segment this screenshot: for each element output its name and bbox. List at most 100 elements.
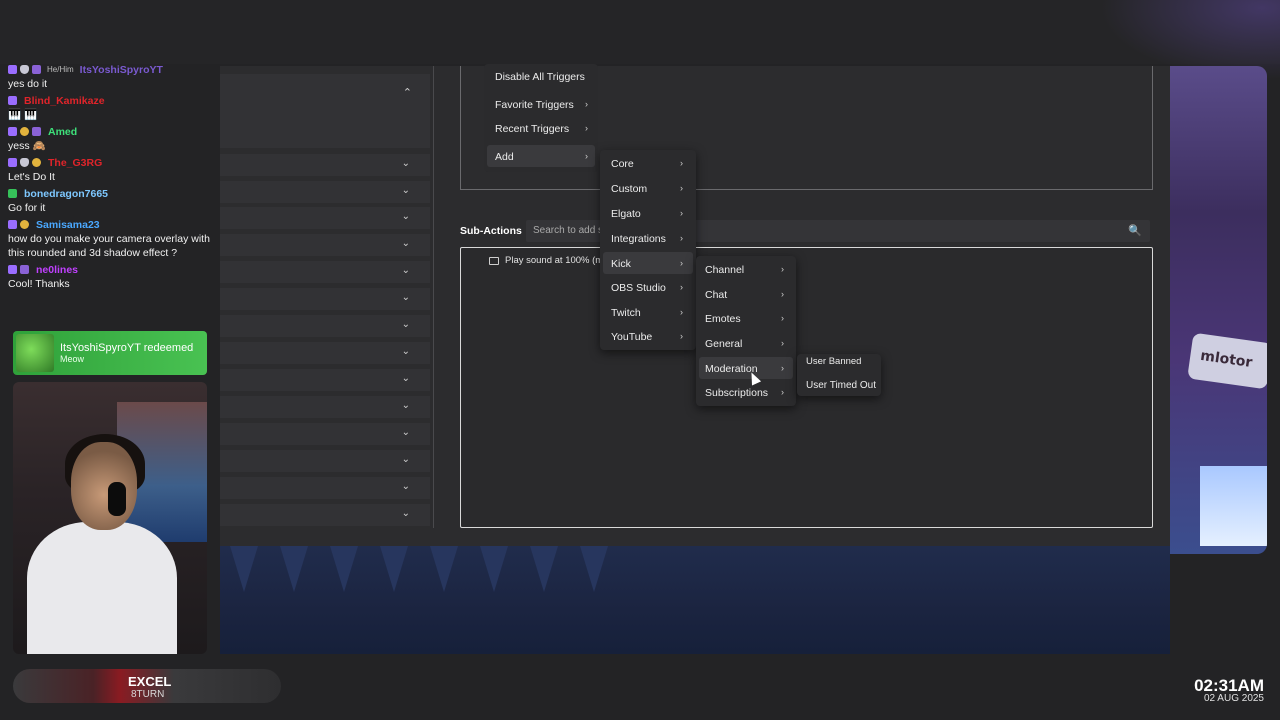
action-group-row[interactable]: ⌄ xyxy=(220,342,430,364)
chevron-down-icon[interactable]: ⌄ xyxy=(402,211,410,222)
action-group-row[interactable]: ⌄ xyxy=(220,315,430,337)
action-group-row[interactable]: ⌄ xyxy=(220,450,430,472)
chat-text: Let's Do It xyxy=(8,171,55,183)
chat-username[interactable]: The_G3RG xyxy=(48,157,102,169)
menu-item-general[interactable]: General xyxy=(705,338,742,350)
chevron-right-icon: › xyxy=(781,338,784,348)
action-group-row[interactable]: ⌄ xyxy=(220,477,430,499)
chevron-right-icon: › xyxy=(781,289,784,299)
kick-badge-icon xyxy=(8,189,17,198)
menu-item-user-timed-out[interactable]: User Timed Out xyxy=(806,380,876,391)
now-playing-artist: 8TURN xyxy=(131,689,165,700)
chevron-right-icon: › xyxy=(680,208,683,218)
chat-username[interactable]: Blind_Kamikaze xyxy=(24,95,105,107)
clock-date: 02 AUG 2025 xyxy=(1203,693,1264,704)
gold-badge-icon xyxy=(20,220,29,229)
action-group-row[interactable]: ⌄ xyxy=(220,181,430,203)
chat-username[interactable]: ItsYoshiSpyroYT xyxy=(80,64,163,76)
action-group-row[interactable]: ⌄ xyxy=(220,423,430,445)
twitch-badge-icon xyxy=(8,65,17,74)
chevron-right-icon: › xyxy=(680,307,683,317)
chevron-down-icon[interactable]: ⌄ xyxy=(402,400,410,411)
chevron-down-icon[interactable]: ⌄ xyxy=(402,238,410,249)
chevron-down-icon[interactable]: ⌄ xyxy=(402,508,410,519)
chevron-right-icon: › xyxy=(585,151,588,161)
sub-badge-icon xyxy=(32,127,41,136)
top-bar xyxy=(0,0,1280,64)
action-group-expanded[interactable]: ⌃ xyxy=(220,74,430,148)
action-group-row[interactable]: ⌄ xyxy=(220,154,430,176)
chat-message: ne0lines Cool! Thanks xyxy=(8,262,216,291)
sub-badge-icon xyxy=(32,65,41,74)
chevron-down-icon[interactable]: ⌄ xyxy=(402,373,410,384)
chevron-down-icon[interactable]: ⌄ xyxy=(402,185,410,196)
menu-item-recent-triggers[interactable]: Recent Triggers xyxy=(495,123,569,135)
chat-username[interactable]: ne0lines xyxy=(36,264,78,276)
chat-text: Go for it xyxy=(8,202,46,214)
search-icon[interactable]: 🔍 xyxy=(1128,224,1142,237)
chevron-right-icon: › xyxy=(680,233,683,243)
shield-badge-icon xyxy=(20,65,29,74)
redeem-reward: Meow xyxy=(60,354,85,364)
now-playing-title: EXCEL xyxy=(128,674,172,689)
sub-action-play-sound[interactable]: Play sound at 100% (me xyxy=(489,255,609,266)
menu-item-elgato[interactable]: Elgato xyxy=(611,208,641,220)
tree-shape xyxy=(280,546,308,592)
chevron-down-icon[interactable]: ⌄ xyxy=(402,319,410,330)
chat-message: Blind_Kamikaze 🎹 🎹 xyxy=(8,93,216,122)
action-group-row[interactable]: ⌄ xyxy=(220,288,430,310)
menu-item-add[interactable]: Add xyxy=(495,151,514,163)
action-group-row[interactable]: ⌄ xyxy=(220,261,430,283)
chevron-down-icon[interactable]: ⌄ xyxy=(402,481,410,492)
chevron-down-icon[interactable]: ⌄ xyxy=(402,427,410,438)
chevron-right-icon: › xyxy=(781,363,784,373)
chat-username[interactable]: Samisama23 xyxy=(36,219,100,231)
sub-actions-label: Sub-Actions xyxy=(460,225,522,237)
chevron-right-icon: › xyxy=(680,282,683,292)
chevron-down-icon[interactable]: ⌄ xyxy=(402,346,410,357)
chevron-right-icon: › xyxy=(781,313,784,323)
chat-message: The_G3RG Let's Do It xyxy=(8,155,216,184)
menu-item-emotes[interactable]: Emotes xyxy=(705,313,741,325)
chevron-right-icon: › xyxy=(680,183,683,193)
action-group-row[interactable]: ⌄ xyxy=(220,504,430,526)
chevron-up-icon[interactable]: ⌃ xyxy=(403,86,412,99)
chevron-right-icon: › xyxy=(781,264,784,274)
chevron-right-icon: › xyxy=(781,387,784,397)
chevron-down-icon[interactable]: ⌄ xyxy=(402,265,410,276)
chat-text: yes do it xyxy=(8,78,48,90)
chat-username[interactable]: Amed xyxy=(48,126,77,138)
action-group-row[interactable]: ⌄ xyxy=(220,207,430,229)
gold-badge-icon xyxy=(32,158,41,167)
menu-item-channel[interactable]: Channel xyxy=(705,264,744,276)
webcam-person-body xyxy=(27,522,177,654)
menu-item-chat[interactable]: Chat xyxy=(705,289,727,301)
search-placeholder: Search to add s xyxy=(533,225,604,236)
menu-item-custom[interactable]: Custom xyxy=(611,183,647,195)
add-submenu: Core › Custom › Elgato › Integrations › … xyxy=(600,150,696,350)
menu-item-disable-all-triggers[interactable]: Disable All Triggers xyxy=(495,71,585,83)
menu-item-obs-studio[interactable]: OBS Studio xyxy=(611,282,666,294)
chevron-down-icon[interactable]: ⌄ xyxy=(402,292,410,303)
menu-item-favorite-triggers[interactable]: Favorite Triggers xyxy=(495,99,574,111)
sub-actions-bar: Sub-Actions Search to add s 🔍 xyxy=(460,220,1153,242)
chevron-down-icon[interactable]: ⌄ xyxy=(402,454,410,465)
chat-message: bonedragon7665 Go for it xyxy=(8,186,216,215)
menu-item-subscriptions[interactable]: Subscriptions xyxy=(705,387,768,399)
menu-item-youtube[interactable]: YouTube xyxy=(611,331,652,343)
sub-badge-icon xyxy=(20,265,29,274)
menu-item-twitch[interactable]: Twitch xyxy=(611,307,641,319)
action-group-row[interactable]: ⌄ xyxy=(220,234,430,256)
chevron-down-icon[interactable]: ⌄ xyxy=(402,158,410,169)
menu-item-core[interactable]: Core xyxy=(611,158,634,170)
actions-list-panel: ⌃ ⌄ ⌄ ⌄ ⌄ ⌄ ⌄ ⌄ ⌄ ⌄ ⌄ ⌄ ⌄ ⌄ ⌄ xyxy=(220,66,434,528)
action-group-row[interactable]: ⌄ xyxy=(220,369,430,391)
menu-item-integrations[interactable]: Integrations xyxy=(611,233,666,245)
chevron-right-icon: › xyxy=(585,99,588,109)
menu-item-kick[interactable]: Kick xyxy=(611,258,631,270)
action-group-row[interactable]: ⌄ xyxy=(220,396,430,418)
chat-panel: He/Him ItsYoshiSpyroYT yes do it Blind_Ka… xyxy=(8,62,216,332)
menu-item-user-banned[interactable]: User Banned xyxy=(806,356,861,366)
chat-username[interactable]: bonedragon7665 xyxy=(24,188,108,200)
microphone-icon xyxy=(108,482,126,516)
